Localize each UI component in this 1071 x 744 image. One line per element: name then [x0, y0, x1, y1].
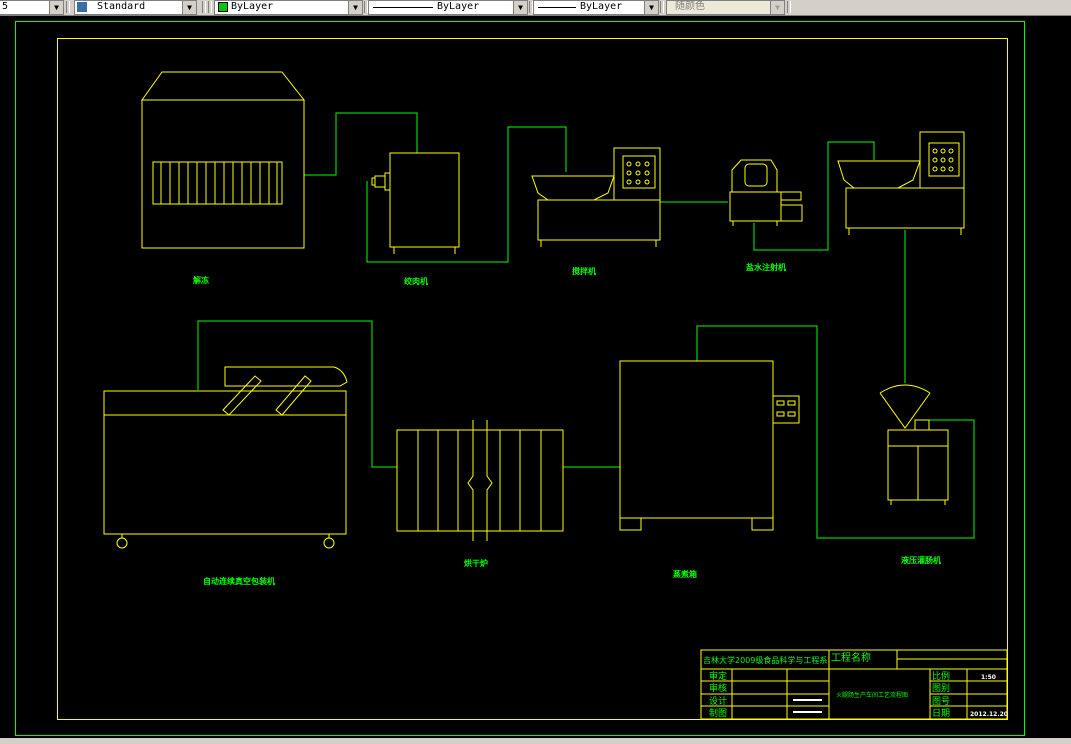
title-block-approved-label: 审定 — [709, 670, 727, 682]
process-flow-lines — [197, 112, 975, 539]
label-stuffer: 液压灌肠机 — [901, 555, 941, 565]
color-combo[interactable]: ByLayer ▼ — [214, 0, 363, 15]
text-style-icon — [77, 2, 87, 12]
title-block-designed-label: 设计 — [709, 695, 727, 707]
title-block-drawn-label: 制图 — [709, 707, 727, 719]
label-brine-injector: 盐水注射机 — [746, 262, 786, 272]
plot-style-value: 随颜色 — [675, 1, 705, 12]
properties-toolbar: 5 ▼ Standard ▼ ByLayer ▼ ByLayer ▼ ByLay… — [0, 0, 1071, 16]
label-dryer: 烘干炉 — [464, 558, 488, 568]
hydraulic-stuffer[interactable] — [879, 384, 949, 505]
title-block-date-value: 2012.12.20 — [970, 711, 1008, 718]
toolbar-separator — [787, 1, 791, 13]
linetype-value: ByLayer — [437, 1, 480, 12]
mixer[interactable] — [531, 147, 661, 247]
label-packer: 自动连续真空包装机 — [203, 576, 275, 586]
chevron-down-icon[interactable]: ▼ — [182, 1, 196, 14]
drawing-inner-border — [57, 38, 1008, 720]
title-block-school: 吉林大学2009级食品科学与工程系 — [703, 655, 827, 665]
text-style-value: Standard — [97, 1, 146, 12]
label-grinder: 绞肉机 — [404, 276, 428, 286]
drawing-canvas[interactable]: 解冻 绞肉机 搅拌机 盐水注射机 液压灌肠机 蒸煮箱 烘干炉 自动连续真空包装机… — [0, 16, 1071, 738]
layer-value: 5 — [2, 1, 9, 12]
command-line-strip — [0, 738, 1071, 744]
thawing-chamber[interactable] — [141, 71, 306, 249]
linetype-combo[interactable]: ByLayer ▼ — [368, 0, 528, 15]
drawing-outer-border — [15, 21, 1025, 736]
linetype-preview-icon — [373, 7, 433, 8]
color-value: ByLayer — [231, 1, 274, 12]
layer-combo[interactable]: 5 ▼ — [0, 0, 64, 15]
label-mixer: 搅拌机 — [572, 266, 596, 276]
title-block-sheet-label: 图别 — [932, 683, 950, 694]
title-block-checked-label: 审核 — [709, 682, 727, 694]
lineweight-combo[interactable]: ByLayer ▼ — [533, 0, 659, 15]
title-block-date-label: 日期 — [932, 708, 950, 719]
chevron-down-icon[interactable]: ▼ — [348, 1, 362, 14]
drying-oven[interactable] — [396, 420, 564, 541]
toolbar-separator — [660, 1, 664, 13]
plot-style-combo[interactable]: 随颜色 ▼ — [666, 0, 785, 15]
title-block-number-label: 图号 — [932, 696, 950, 707]
title-block-project-name-label: 工程名称 — [831, 651, 871, 664]
text-style-combo[interactable]: Standard ▼ — [74, 0, 197, 15]
toolbar-separator — [202, 1, 206, 13]
lineweight-preview-icon — [538, 7, 576, 8]
color-swatch-icon — [218, 2, 228, 12]
title-block-scale-value: 1:50 — [981, 674, 996, 681]
title-block-scale-label: 比例 — [932, 670, 950, 682]
bowl-chopper[interactable] — [837, 131, 965, 235]
label-thaw: 解冻 — [193, 275, 209, 285]
steam-cooking-oven[interactable] — [619, 360, 800, 531]
meat-grinder[interactable] — [371, 152, 460, 254]
label-oven: 蒸煮箱 — [673, 569, 697, 579]
chevron-down-icon[interactable]: ▼ — [49, 1, 63, 14]
lineweight-value: ByLayer — [580, 1, 623, 12]
title-block-drawing-title: 火腿肠生产车间工艺流程图 — [836, 691, 908, 699]
chevron-down-icon: ▼ — [770, 1, 784, 14]
chevron-down-icon[interactable]: ▼ — [513, 1, 527, 14]
chevron-down-icon[interactable]: ▼ — [644, 1, 658, 14]
vacuum-packing-machine[interactable] — [103, 366, 348, 549]
toolbar-separator — [208, 1, 212, 13]
toolbar-separator — [66, 1, 70, 13]
brine-injector[interactable] — [729, 159, 803, 226]
